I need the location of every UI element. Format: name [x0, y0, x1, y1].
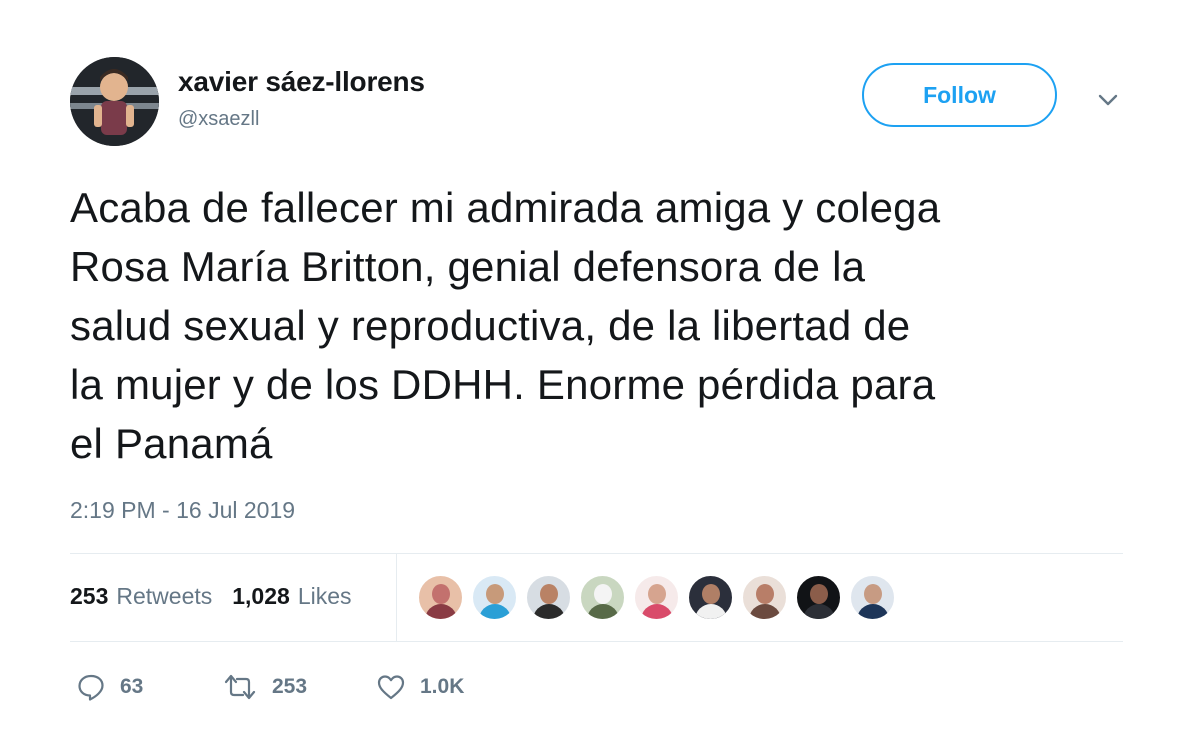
- avatar-image: [70, 57, 159, 146]
- tweet-stats: 253 Retweets 1,028 Likes: [70, 583, 352, 610]
- user-display-name[interactable]: xavier sáez-llorens: [178, 66, 425, 98]
- liker-avatar[interactable]: [796, 575, 841, 620]
- liker-avatar[interactable]: [472, 575, 517, 620]
- like-count: 1.0K: [420, 675, 465, 698]
- liker-avatar[interactable]: [418, 575, 463, 620]
- liker-avatar[interactable]: [850, 575, 895, 620]
- retweets-stat[interactable]: 253 Retweets: [70, 583, 212, 610]
- divider: [70, 553, 1123, 554]
- likes-label: Likes: [297, 583, 352, 609]
- user-handle[interactable]: @xsaezll: [178, 108, 259, 131]
- tweet-text: Acaba de fallecer mi admirada amiga y co…: [70, 184, 941, 467]
- follow-button[interactable]: Follow: [862, 63, 1057, 127]
- retweet-count: 253: [272, 675, 308, 698]
- retweets-count: 253: [70, 583, 109, 609]
- tweet-card: xavier sáez-llorens @xsaezll Follow Acab…: [0, 0, 1200, 750]
- retweets-label: Retweets: [116, 583, 213, 609]
- divider: [70, 641, 1123, 642]
- liker-avatar[interactable]: [526, 575, 571, 620]
- liker-avatar[interactable]: [634, 575, 679, 620]
- liker-avatar[interactable]: [742, 575, 787, 620]
- reply-count: 63: [120, 675, 144, 698]
- like-button[interactable]: 1.0K: [376, 670, 464, 704]
- heart-icon: [377, 675, 405, 700]
- likes-stat[interactable]: 1,028 Likes: [232, 583, 351, 610]
- reply-button[interactable]: 63: [76, 670, 143, 704]
- stats-divider: [396, 553, 397, 641]
- liker-avatar[interactable]: [688, 575, 733, 620]
- likes-count: 1,028: [232, 583, 290, 609]
- chevron-down-icon[interactable]: [1094, 86, 1122, 114]
- avatar[interactable]: [70, 57, 159, 146]
- tweet-timestamp[interactable]: 2:19 PM - 16 Jul 2019: [70, 497, 295, 524]
- retweet-button[interactable]: 253: [222, 670, 307, 704]
- liker-avatars: [418, 575, 904, 620]
- liker-avatar[interactable]: [580, 575, 625, 620]
- retweet-icon: [224, 674, 256, 700]
- reply-icon: [78, 674, 104, 701]
